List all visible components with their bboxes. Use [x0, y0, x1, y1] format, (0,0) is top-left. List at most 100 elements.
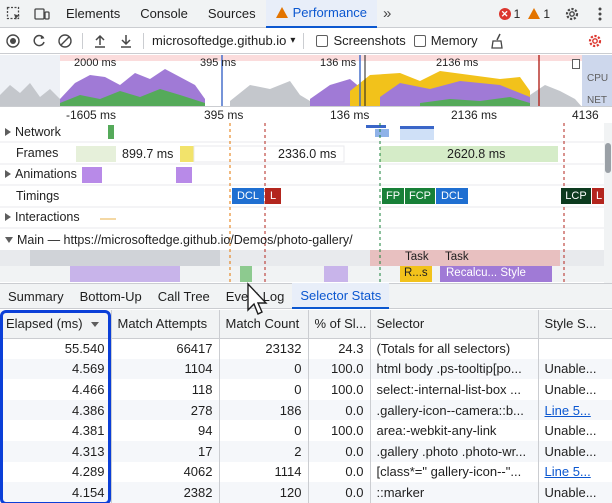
cell-match-attempts: 17 — [111, 440, 220, 462]
timing-marker-lcp[interactable]: LCP — [561, 188, 591, 204]
cell-style-sheet: Unable... — [538, 379, 612, 400]
cell-match-count: 1114 — [219, 461, 309, 483]
recording-select-value: microsoftedge.github.io — [152, 33, 287, 48]
cell-percent-slow: 100.0 — [308, 358, 371, 380]
clear-icon[interactable] — [52, 28, 78, 54]
collapse-arrow-icon — [5, 237, 13, 243]
ruler-tick-label: 2136 ms — [451, 108, 498, 122]
tab-sources[interactable]: Sources — [198, 0, 266, 28]
upload-icon[interactable] — [87, 28, 113, 54]
track-animations[interactable]: Animations — [5, 167, 77, 181]
mouse-cursor-icon — [247, 282, 268, 315]
issue-counters[interactable]: ✕ 1 1 — [498, 0, 612, 28]
cell-percent-slow: 0.0 — [308, 440, 371, 462]
toolbar-divider — [143, 32, 144, 49]
flame-task[interactable]: R...s — [404, 267, 428, 279]
cell-elapsed: 55.540 — [0, 338, 112, 359]
flame-task[interactable]: Task — [405, 251, 429, 263]
timing-marker-dcl[interactable]: DCL — [232, 188, 264, 204]
cell-percent-slow: 100.0 — [308, 420, 371, 441]
column-header-match-attempts[interactable]: Match Attempts — [111, 310, 220, 339]
table-row[interactable]: 4.466 118 0 100.0 select:-internal-list-… — [0, 379, 612, 400]
tab-performance[interactable]: Performance — [265, 0, 378, 28]
table-row[interactable]: 4.289 4062 1114 0.0 [class*=" gallery-ic… — [0, 461, 612, 483]
cell-match-count: 186 — [219, 399, 309, 421]
table-row[interactable]: 4.154 2382 120 0.0 ::marker Unable... — [0, 482, 612, 503]
cell-selector: ::marker — [370, 482, 539, 503]
cell-match-count: 120 — [219, 482, 309, 503]
tab-bottom-up[interactable]: Bottom-Up — [72, 283, 150, 309]
screenshots-checkbox[interactable]: Screenshots — [316, 33, 406, 48]
track-main-label: Main — https://microsoftedge.github.io/D… — [17, 233, 353, 247]
timing-marker-fcp[interactable]: FCP — [405, 188, 435, 204]
cell-match-attempts: 4062 — [111, 461, 220, 483]
cell-style-sheet: Unable... — [538, 420, 612, 441]
memory-checkbox-box[interactable] — [413, 34, 426, 47]
cell-elapsed: 4.569 — [0, 358, 112, 380]
timing-marker-dcl[interactable]: DCL — [436, 188, 468, 204]
error-counter[interactable]: ✕ 1 — [498, 7, 520, 21]
timeline-tracks[interactable]: Network Frames 899.7 ms 2336.0 ms 2620.8… — [0, 123, 604, 283]
tab-call-tree[interactable]: Call Tree — [150, 283, 218, 309]
column-header-elapsed[interactable]: Elapsed (ms) — [0, 310, 112, 339]
more-tabs-button[interactable]: » — [377, 5, 397, 22]
timing-marker-fp[interactable]: FP — [382, 188, 404, 204]
tab-console[interactable]: Console — [130, 0, 198, 28]
warning-count: 1 — [543, 6, 550, 21]
warning-counter[interactable]: 1 — [528, 7, 550, 21]
track-network[interactable]: Network — [5, 125, 61, 139]
broom-icon[interactable] — [484, 28, 510, 54]
selector-stats-table: Elapsed (ms) Match Attempts Match Count … — [0, 310, 612, 503]
inspect-element-icon[interactable] — [0, 0, 28, 28]
cell-match-count: 2 — [219, 440, 309, 462]
tracks-scrollbar[interactable] — [604, 123, 612, 283]
scrollbar-thumb[interactable] — [605, 143, 611, 173]
style-sheet-link[interactable]: Line 5... — [545, 464, 591, 479]
cell-style-sheet: Unable... — [538, 358, 612, 380]
overview-time-label: 2136 ms — [436, 57, 479, 69]
tab-selector-stats[interactable]: Selector Stats — [292, 283, 390, 309]
table-row[interactable]: 4.386 278 186 0.0 .gallery-icon--camera:… — [0, 399, 612, 421]
timing-marker-load[interactable]: L — [592, 188, 604, 204]
kebab-menu-icon[interactable] — [594, 0, 606, 28]
style-sheet-link[interactable]: Line 5... — [545, 403, 591, 418]
cell-style-sheet[interactable]: Line 5... — [538, 399, 612, 421]
capture-settings-gear-icon[interactable] — [582, 28, 608, 54]
table-row[interactable]: 4.381 94 0 100.0 area:-webkit-any-link U… — [0, 420, 612, 441]
cell-style-sheet[interactable]: Line 5... — [538, 461, 612, 483]
cell-match-attempts: 1104 — [111, 358, 220, 380]
recording-select[interactable]: microsoftedge.github.io ▾ — [148, 33, 299, 48]
timeline-overview[interactable]: 2000 ms 395 ms 136 ms 2136 ms CPU NET — [0, 55, 612, 107]
table-row[interactable]: 55.540 66417 23132 24.3 (Totals for all … — [0, 338, 612, 359]
column-header-selector[interactable]: Selector — [370, 310, 539, 339]
screenshots-label: Screenshots — [333, 33, 406, 48]
memory-checkbox[interactable]: Memory — [413, 33, 478, 48]
table-row[interactable]: 4.569 1104 0 100.0 html body .ps-tooltip… — [0, 358, 612, 380]
expand-arrow-icon — [5, 170, 11, 178]
timing-marker-load[interactable]: L — [265, 188, 281, 204]
chevron-down-icon: ▾ — [290, 35, 296, 46]
track-interactions[interactable]: Interactions — [5, 210, 80, 224]
cell-match-count: 0 — [219, 420, 309, 441]
cell-match-count: 0 — [219, 358, 309, 380]
toolbar-divider — [303, 32, 305, 49]
tab-elements[interactable]: Elements — [56, 0, 130, 28]
device-toolbar-icon[interactable] — [28, 0, 56, 28]
track-animations-label: Animations — [15, 167, 77, 181]
track-main[interactable]: Main — https://microsoftedge.github.io/D… — [5, 233, 353, 247]
record-button[interactable] — [0, 28, 26, 54]
net-label: NET — [587, 95, 607, 106]
column-header-style-sheet[interactable]: Style S... — [538, 310, 612, 339]
column-header-percent-slow[interactable]: % of Sl... — [308, 310, 371, 339]
track-timings: Timings — [16, 189, 59, 203]
tab-summary[interactable]: Summary — [0, 283, 72, 309]
flame-task[interactable]: Task — [445, 251, 469, 263]
table-row[interactable]: 4.313 17 2 0.0 .gallery .photo .photo-wr… — [0, 440, 612, 462]
overview-resize-handle[interactable] — [572, 59, 580, 69]
download-icon[interactable] — [113, 28, 139, 54]
flame-task[interactable]: Recalcu... Style — [446, 267, 526, 279]
cell-percent-slow: 0.0 — [308, 461, 371, 483]
gear-icon[interactable] — [558, 0, 586, 28]
screenshots-checkbox-box[interactable] — [316, 34, 329, 47]
reload-record-icon[interactable] — [26, 28, 52, 54]
